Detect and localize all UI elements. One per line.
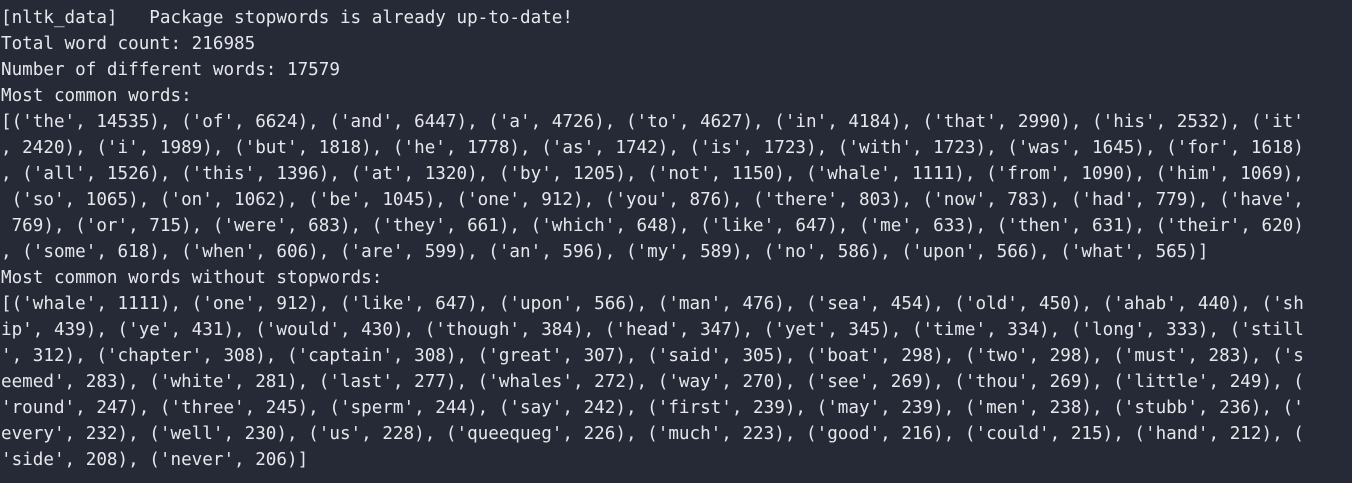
most-common-words-list: , ('all', 1526), ('this', 1396), ('at', …	[1, 164, 1304, 184]
most-common-words-heading: Most common words:	[1, 86, 192, 106]
no-stopwords-list: 'side', 208), ('never', 206)]	[1, 450, 309, 470]
most-common-words-list: ('so', 1065), ('on', 1062), ('be', 1045)…	[1, 190, 1304, 210]
different-words-line: Number of different words: 17579	[1, 60, 340, 80]
no-stopwords-list: [('whale', 1111), ('one', 912), ('like',…	[1, 294, 1304, 314]
most-common-words-list: [('the', 14535), ('of', 6624), ('and', 6…	[1, 112, 1304, 132]
nltk-status-line: [nltk_data] Package stopwords is already…	[1, 8, 573, 28]
terminal-output[interactable]: [nltk_data] Package stopwords is already…	[0, 0, 1352, 483]
most-common-words-list: , 2420), ('i', 1989), ('but', 1818), ('h…	[1, 138, 1304, 158]
most-common-words-list: , ('some', 618), ('when', 606), ('are', …	[1, 242, 1209, 262]
most-common-words-list: 769), ('or', 715), ('were', 683), ('they…	[1, 216, 1304, 236]
no-stopwords-list: every', 232), ('well', 230), ('us', 228)…	[1, 424, 1304, 444]
no-stopwords-list: ', 312), ('chapter', 308), ('captain', 3…	[1, 346, 1304, 366]
no-stopwords-list: eemed', 283), ('white', 281), ('last', 2…	[1, 372, 1304, 392]
no-stopwords-list: 'round', 247), ('three', 245), ('sperm',…	[1, 398, 1304, 418]
total-word-count-line: Total word count: 216985	[1, 34, 256, 54]
most-common-no-stopwords-heading: Most common words without stopwords:	[1, 268, 383, 288]
no-stopwords-list: ip', 439), ('ye', 431), ('would', 430), …	[1, 320, 1304, 340]
